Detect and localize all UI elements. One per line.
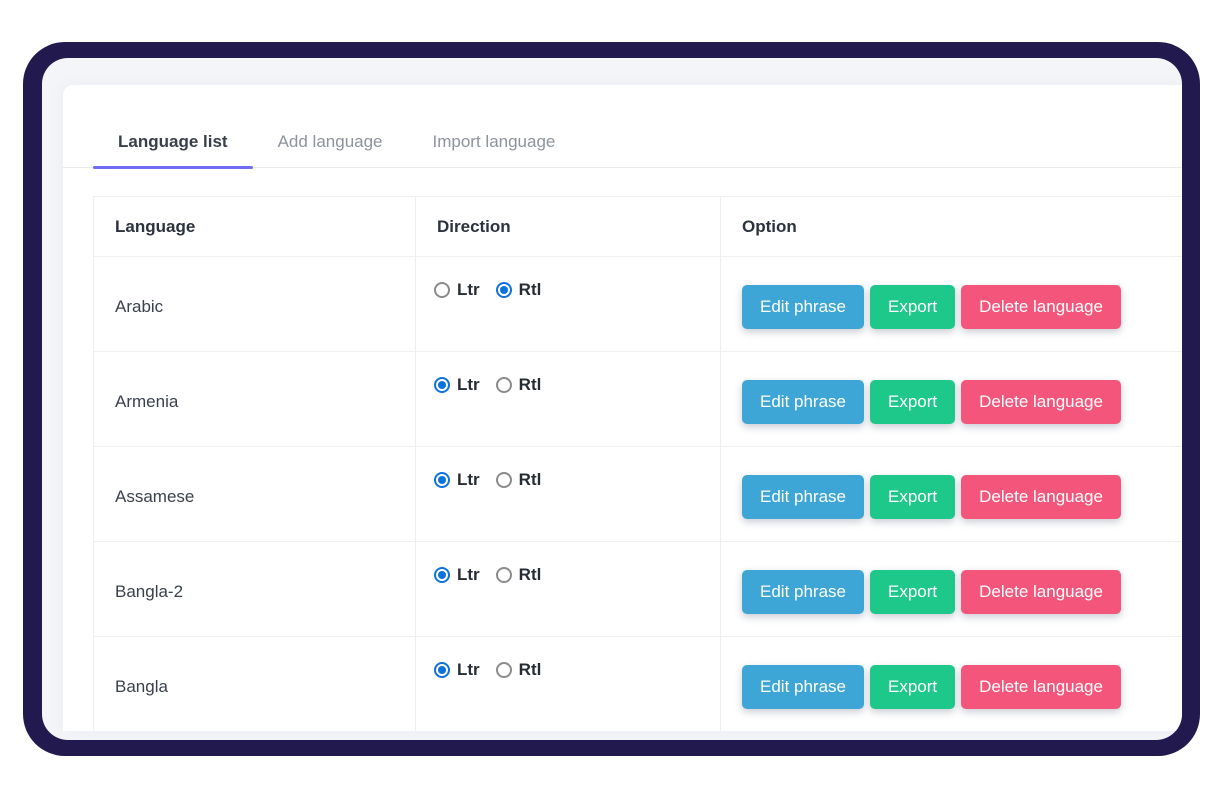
direction-cell: Ltr Rtl [416,352,721,447]
table-row: Bangla-2 Ltr Rtl Edit phraseExportDelete la… [94,542,1183,637]
direction-radio-rtl[interactable] [496,377,512,393]
language-table: Language Direction Option Arabic Ltr Rtl Ed… [93,196,1182,731]
tab-label: Import language [433,132,556,152]
direction-radio-ltr[interactable] [434,472,450,488]
direction-option-ltr: Ltr [434,660,480,680]
language-name-cell: Armenia [94,352,416,447]
direction-radio-ltr[interactable] [434,662,450,678]
direction-option-ltr: Ltr [434,470,480,490]
tab-import-language[interactable]: Import language [408,117,581,167]
direction-radio-ltr[interactable] [434,377,450,393]
direction-option-rtl: Rtl [496,375,542,395]
column-header-direction: Direction [416,197,721,257]
export-button[interactable]: Export [870,570,955,614]
direction-option-rtl: Rtl [496,470,542,490]
option-cell: Edit phraseExportDelete language [721,447,1183,542]
option-cell: Edit phraseExportDelete language [721,257,1183,352]
direction-radio-label: Ltr [457,565,480,585]
export-button[interactable]: Export [870,665,955,709]
language-table-wrap: Language Direction Option Arabic Ltr Rtl Ed… [93,196,1182,731]
table-row: Arabic Ltr Rtl Edit phraseExportDelete lang… [94,257,1183,352]
table-body: ArabicLtrRtlEdit phraseExportDelete lang… [94,257,1183,732]
language-name-cell: Assamese [94,447,416,542]
column-header-option: Option [721,197,1183,257]
option-cell: Edit phraseExportDelete language [721,637,1183,732]
language-name-cell: Arabic [94,257,416,352]
direction-radio-label: Ltr [457,470,480,490]
page: { "tabs": { "items": [ { "label": "Langu… [0,0,1220,800]
edit-phrase-button[interactable]: Edit phrase [742,475,864,519]
export-button[interactable]: Export [870,285,955,329]
direction-option-ltr: Ltr [434,375,480,395]
direction-cell: Ltr Rtl [416,542,721,637]
delete-language-button[interactable]: Delete language [961,475,1121,519]
delete-language-button[interactable]: Delete language [961,285,1121,329]
edit-phrase-button[interactable]: Edit phrase [742,285,864,329]
direction-radio-ltr[interactable] [434,567,450,583]
language-name-cell: Bangla [94,637,416,732]
device-frame: Language list Add language Import langua… [23,42,1200,756]
direction-cell: Ltr Rtl [416,447,721,542]
delete-language-button[interactable]: Delete language [961,380,1121,424]
export-button[interactable]: Export [870,475,955,519]
export-button[interactable]: Export [870,380,955,424]
tab-label: Language list [118,132,228,152]
tab-add-language[interactable]: Add language [253,117,408,167]
language-name-cell: Bangla-2 [94,542,416,637]
direction-radio-rtl[interactable] [496,472,512,488]
direction-radio-label: Rtl [519,375,542,395]
direction-option-rtl: Rtl [496,280,542,300]
direction-radio-label: Ltr [457,660,480,680]
direction-radio-rtl[interactable] [496,567,512,583]
direction-radio-label: Ltr [457,375,480,395]
direction-option-ltr: Ltr [434,280,480,300]
table-row: Armenia Ltr Rtl Edit phraseExportDelete lan… [94,352,1183,447]
direction-radio-ltr[interactable] [434,282,450,298]
direction-radio-label: Ltr [457,280,480,300]
table-row: Assamese Ltr Rtl Edit phraseExportDelete la… [94,447,1183,542]
delete-language-button[interactable]: Delete language [961,570,1121,614]
direction-cell: Ltr Rtl [416,637,721,732]
option-cell: Edit phraseExportDelete language [721,542,1183,637]
content-card: Language list Add language Import langua… [63,85,1182,731]
direction-radio-label: Rtl [519,470,542,490]
edit-phrase-button[interactable]: Edit phrase [742,665,864,709]
option-cell: Edit phraseExportDelete language [721,352,1183,447]
direction-radio-rtl[interactable] [496,282,512,298]
direction-option-ltr: Ltr [434,565,480,585]
direction-cell: Ltr Rtl [416,257,721,352]
tab-label: Add language [278,132,383,152]
column-header-language: Language [94,197,416,257]
tab-language-list[interactable]: Language list [93,117,253,167]
delete-language-button[interactable]: Delete language [961,665,1121,709]
page-background-panel: Language list Add language Import langua… [42,58,1182,740]
direction-option-rtl: Rtl [496,660,542,680]
table-row: Bangla Ltr Rtl Edit phraseExportDelete lang… [94,637,1183,732]
direction-radio-rtl[interactable] [496,662,512,678]
edit-phrase-button[interactable]: Edit phrase [742,570,864,614]
direction-radio-label: Rtl [519,565,542,585]
tab-bar: Language list Add language Import langua… [63,85,1182,168]
direction-radio-label: Rtl [519,660,542,680]
edit-phrase-button[interactable]: Edit phrase [742,380,864,424]
table-header-row: Language Direction Option [94,197,1183,257]
direction-option-rtl: Rtl [496,565,542,585]
direction-radio-label: Rtl [519,280,542,300]
